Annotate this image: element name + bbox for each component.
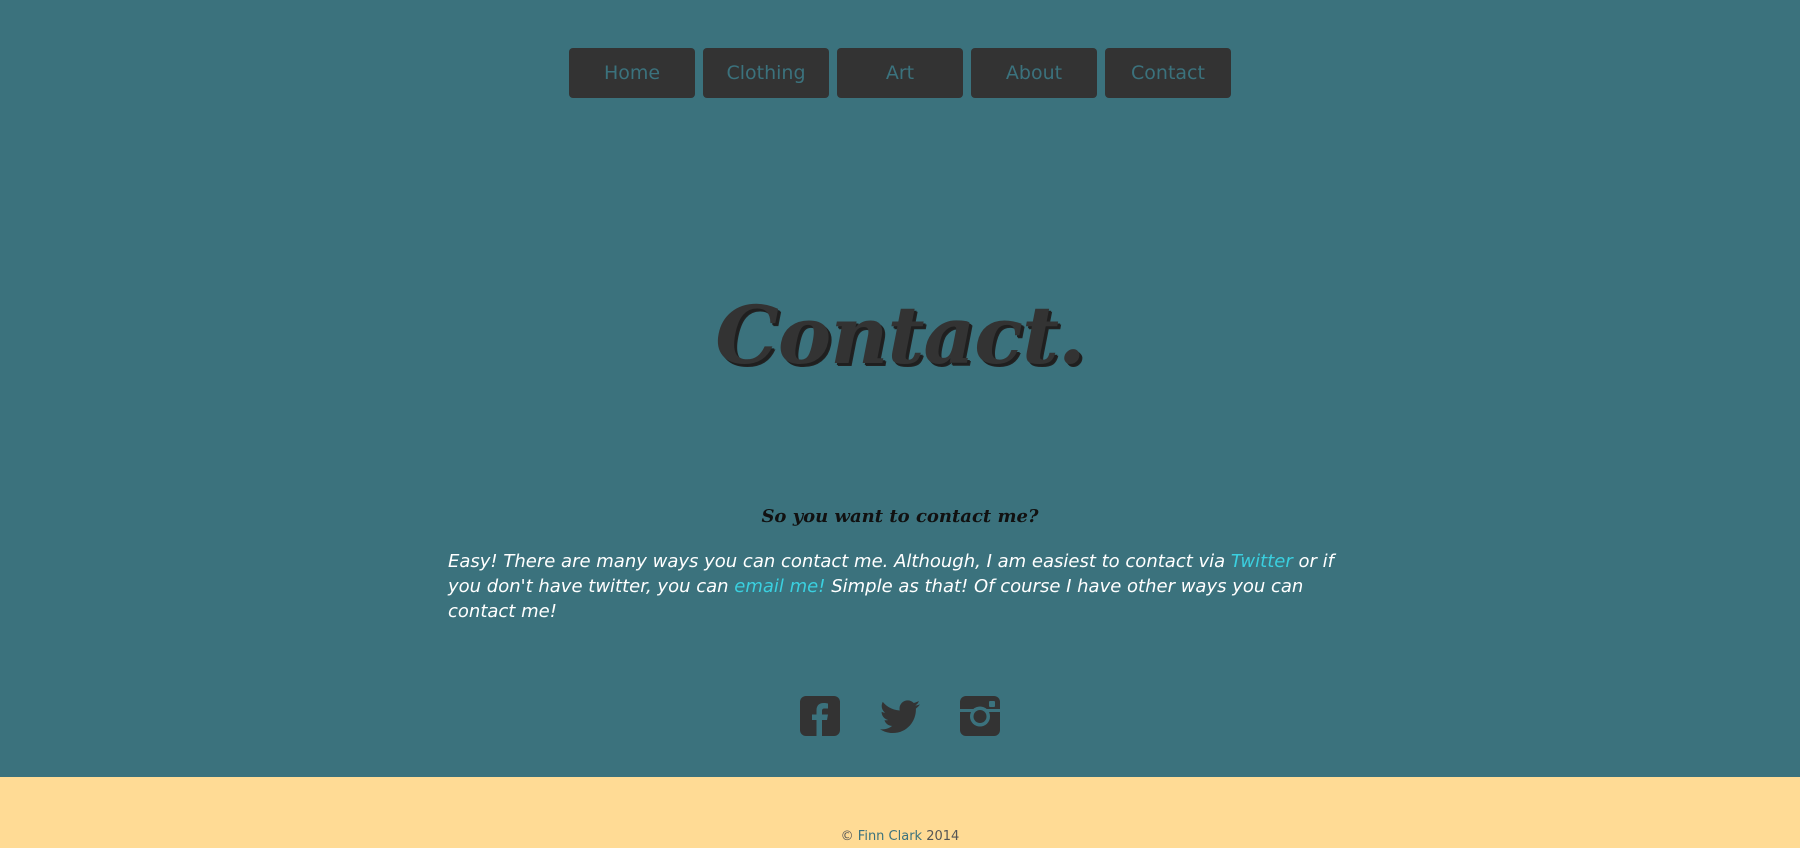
- description-text-1: Easy! There are many ways you can contac…: [448, 551, 1231, 572]
- instagram-icon[interactable]: [960, 696, 1000, 736]
- contact-subheading: So you want to contact me?: [761, 506, 1039, 527]
- nav-clothing[interactable]: Clothing: [703, 48, 829, 98]
- twitter-link[interactable]: Twitter: [1231, 551, 1293, 572]
- main-nav: Home Clothing Art About Contact: [0, 48, 1800, 98]
- nav-art[interactable]: Art: [837, 48, 963, 98]
- nav-about[interactable]: About: [971, 48, 1097, 98]
- email-link[interactable]: email me!: [734, 576, 825, 597]
- page-title: Contact.: [715, 288, 1086, 382]
- author-link[interactable]: Finn Clark: [858, 829, 922, 844]
- facebook-icon[interactable]: [800, 696, 840, 736]
- twitter-icon[interactable]: [880, 696, 920, 736]
- nav-home[interactable]: Home: [569, 48, 695, 98]
- nav-contact[interactable]: Contact: [1105, 48, 1231, 98]
- contact-description: Easy! There are many ways you can contac…: [448, 549, 1348, 624]
- copyright-symbol: ©: [840, 829, 854, 844]
- footer: © Finn Clark 2014: [0, 777, 1800, 848]
- footer-copyright: © Finn Clark 2014: [0, 829, 1800, 844]
- social-links: [0, 696, 1800, 736]
- copyright-year: 2014: [926, 829, 960, 844]
